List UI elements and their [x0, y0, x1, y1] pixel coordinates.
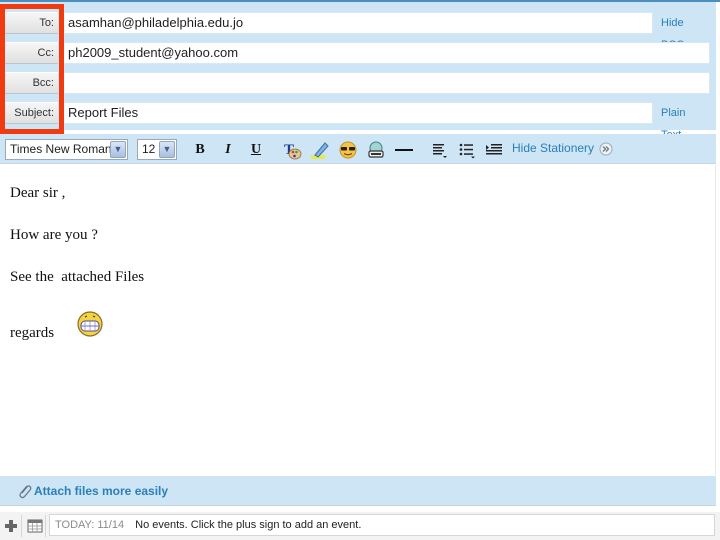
chevron-down-icon: ▼	[110, 141, 126, 158]
cc-field[interactable]: ph2009_student@yahoo.com	[63, 42, 710, 64]
font-family-value: Times New Roman	[10, 142, 112, 156]
indent-button[interactable]	[484, 140, 504, 160]
bullet-list-icon	[459, 143, 475, 159]
today-date: TODAY: 11/14	[55, 519, 125, 531]
highlight-button[interactable]	[310, 140, 330, 160]
chevron-down-icon: ▼	[159, 141, 175, 158]
horizontal-rule-button[interactable]	[394, 140, 414, 160]
italic-button[interactable]: I	[218, 140, 238, 160]
hide-stationery-link[interactable]: Hide Stationery	[512, 137, 613, 159]
font-family-select[interactable]: Times New Roman ▼	[5, 139, 128, 160]
body-line-attachment: See the attached Files	[10, 269, 145, 285]
align-button[interactable]	[430, 140, 450, 160]
to-button[interactable]: To:	[4, 12, 58, 34]
subject-field[interactable]: Report Files	[63, 102, 653, 124]
calendar-icon	[27, 519, 43, 533]
compose-header: To: asamhan@philadelphia.edu.jo Hide BCC…	[0, 2, 716, 141]
attach-bar: Attach files more easily	[0, 476, 716, 506]
horizontal-rule-icon	[395, 149, 413, 151]
text-color-button[interactable]: T	[282, 140, 302, 160]
formatting-toolbar: Times New Roman ▼ 12 ▼ B I U T Hide Stat…	[0, 134, 716, 164]
font-size-select[interactable]: 12 ▼	[137, 139, 177, 160]
subject-button[interactable]: Subject:	[4, 102, 58, 124]
big-grin-emoticon-icon	[77, 311, 103, 337]
body-line-greeting: Dear sir ,	[10, 185, 66, 201]
align-icon	[433, 144, 447, 158]
bcc-field[interactable]	[63, 72, 710, 94]
double-chevron-right-icon	[599, 142, 613, 156]
calendar-bar: TODAY: 11/14 No events. Click the plus s…	[0, 512, 720, 540]
insert-image-icon	[368, 141, 384, 158]
events-text: No events. Click the plus sign to add an…	[135, 519, 362, 531]
highlight-icon	[311, 142, 329, 159]
to-field[interactable]: asamhan@philadelphia.edu.jo	[63, 12, 653, 34]
insert-image-button[interactable]	[366, 140, 386, 160]
calendar-info: TODAY: 11/14 No events. Click the plus s…	[49, 514, 715, 536]
cc-button[interactable]: Cc:	[4, 42, 58, 64]
emoticon-icon	[339, 141, 357, 159]
hide-stationery-label: Hide Stationery	[512, 141, 595, 155]
body-line-question: How are you ?	[10, 227, 98, 243]
message-body-editor[interactable]: Dear sir , How are you ? See the attache…	[0, 165, 716, 475]
font-size-value: 12	[142, 142, 156, 156]
bcc-button[interactable]: Bcc:	[4, 72, 58, 94]
bullet-list-button[interactable]	[457, 140, 477, 160]
emoticon-button[interactable]	[338, 140, 358, 160]
bold-button[interactable]: B	[190, 140, 210, 160]
plus-icon	[5, 520, 17, 532]
body-line-signoff: regards	[10, 325, 55, 341]
add-event-button[interactable]	[0, 515, 22, 537]
paperclip-icon	[19, 485, 32, 499]
text-color-icon: T	[284, 142, 302, 160]
underline-button[interactable]: U	[246, 140, 266, 160]
attach-files-link[interactable]: Attach files more easily	[34, 484, 168, 498]
indent-icon	[486, 144, 502, 155]
calendar-button[interactable]	[24, 515, 46, 537]
